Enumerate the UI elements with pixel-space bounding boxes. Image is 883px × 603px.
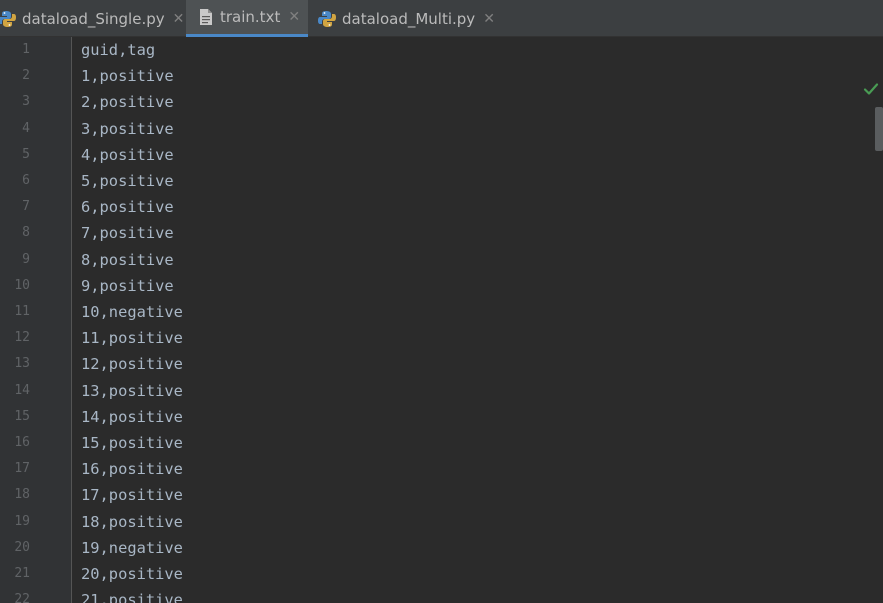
line-number: 5 — [22, 146, 30, 162]
code-line: 11,positive — [81, 329, 183, 348]
code-line: 13,positive — [81, 381, 183, 400]
line-number: 15 — [14, 408, 30, 424]
editor-tab-bar: dataload_Single.py ✕ train.txt ✕ dataloa… — [0, 0, 883, 37]
line-number: 13 — [14, 356, 30, 372]
line-number: 11 — [14, 304, 30, 319]
line-number: 18 — [14, 487, 30, 503]
line-number: 17 — [14, 461, 30, 477]
line-number: 7 — [22, 199, 30, 215]
tab-dataload-multi[interactable]: dataload_Multi.py ✕ — [318, 0, 498, 37]
line-number: 8 — [22, 225, 30, 241]
code-line: 4,positive — [81, 145, 174, 164]
close-icon[interactable]: ✕ — [483, 12, 495, 26]
code-line: 2,positive — [81, 93, 174, 112]
tab-label: train.txt — [220, 8, 281, 26]
close-icon[interactable]: ✕ — [173, 12, 185, 26]
code-line: guid,tag — [81, 41, 156, 59]
line-number: 9 — [22, 251, 30, 267]
code-line: 7,positive — [81, 224, 174, 243]
code-line: 1,positive — [81, 67, 174, 86]
line-number: 16 — [14, 435, 30, 450]
code-line: 21,positive — [81, 591, 183, 603]
line-number: 12 — [14, 330, 30, 346]
tab-label: dataload_Multi.py — [342, 9, 476, 28]
code-line: 15,positive — [81, 434, 183, 452]
close-icon[interactable]: ✕ — [288, 10, 300, 24]
code-line: 18,positive — [81, 512, 183, 531]
line-number: 3 — [22, 94, 30, 110]
code-line: 3,positive — [81, 119, 174, 138]
tab-train-txt[interactable]: train.txt ✕ — [186, 0, 308, 37]
line-number: 1 — [22, 42, 30, 57]
line-number: 6 — [22, 173, 30, 188]
code-line: 6,positive — [81, 198, 174, 217]
code-line: 8,positive — [81, 250, 174, 269]
tab-dataload-single[interactable]: dataload_Single.py ✕ — [0, 0, 185, 37]
scrollbar-thumb[interactable] — [875, 107, 883, 151]
checkmark-icon[interactable] — [863, 81, 879, 97]
line-number: 2 — [22, 68, 30, 84]
code-line: 20,positive — [81, 565, 183, 583]
line-number: 19 — [14, 513, 30, 529]
code-line: 17,positive — [81, 486, 183, 505]
code-line: 12,positive — [81, 355, 183, 374]
code-line: 16,positive — [81, 460, 183, 479]
code-line: 10,negative — [81, 303, 183, 321]
line-number: 14 — [14, 382, 30, 398]
code-line: 9,positive — [81, 276, 174, 295]
line-number-gutter: 1 2 3 4 5 6 7 8 9 10 11 12 13 14 15 16 17 18 19 20 21 22 — [0, 37, 72, 603]
line-number: 22 — [14, 592, 30, 603]
line-number: 4 — [22, 120, 30, 136]
line-number: 10 — [14, 277, 30, 293]
text-editor[interactable]: 21,positive 20,positive 19,negative 18,posi… — [72, 37, 883, 603]
code-line: 5,positive — [81, 172, 174, 190]
tab-label: dataload_Single.py — [22, 9, 165, 28]
python-file-icon — [0, 10, 16, 27]
line-number: 21 — [14, 566, 30, 581]
code-line: 19,negative — [81, 538, 183, 557]
line-number: 20 — [14, 539, 30, 555]
code-line: 14,positive — [81, 407, 183, 426]
text-file-icon — [200, 9, 212, 25]
python-file-icon — [318, 10, 336, 27]
